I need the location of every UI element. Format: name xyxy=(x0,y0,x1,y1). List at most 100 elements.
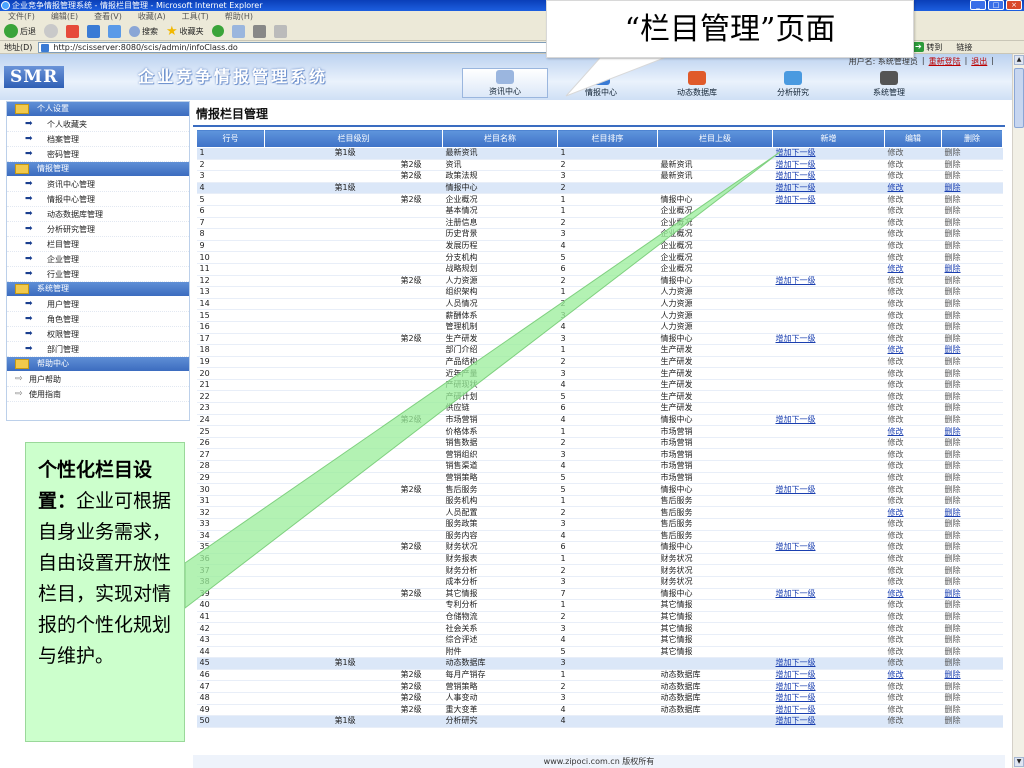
logout-link[interactable]: 退出 xyxy=(971,56,987,67)
edit-button[interactable] xyxy=(273,24,287,38)
sidebar-section-header[interactable]: 情报管理 xyxy=(7,162,189,176)
sidebar-item[interactable]: ➡ 栏目管理 xyxy=(7,237,189,252)
delete-link[interactable]: 删除 xyxy=(941,402,1003,415)
edit-link[interactable]: 修改 xyxy=(884,309,942,322)
edit-link[interactable]: 修改 xyxy=(884,379,942,392)
delete-link[interactable]: 删除 xyxy=(941,379,1003,392)
search-button[interactable]: 搜索 xyxy=(129,25,158,37)
links-label[interactable]: 链接 xyxy=(956,41,972,54)
delete-link[interactable]: 删除 xyxy=(941,518,1003,531)
edit-link[interactable]: 修改 xyxy=(884,367,942,380)
delete-link[interactable]: 删除 xyxy=(941,472,1003,485)
delete-link[interactable]: 删除 xyxy=(941,634,1003,647)
minimize-button[interactable]: _ xyxy=(970,0,986,10)
edit-link[interactable]: 修改 xyxy=(884,576,942,589)
delete-link[interactable]: 删除 xyxy=(941,193,1003,206)
stop-button[interactable] xyxy=(66,24,79,38)
relogin-link[interactable]: 重新登陆 xyxy=(929,56,961,67)
add-child-link[interactable]: 增加下一级 xyxy=(772,182,885,195)
sidebar-item[interactable]: ➡ 角色管理 xyxy=(7,312,189,327)
delete-link[interactable]: 删除 xyxy=(941,344,1003,357)
delete-link[interactable]: 删除 xyxy=(941,275,1003,288)
edit-link[interactable]: 修改 xyxy=(884,205,942,218)
delete-link[interactable]: 删除 xyxy=(941,367,1003,380)
delete-link[interactable]: 删除 xyxy=(941,217,1003,230)
edit-link[interactable]: 修改 xyxy=(884,634,942,647)
refresh-button[interactable] xyxy=(87,24,100,38)
close-button[interactable]: × xyxy=(1006,0,1022,10)
add-child-link[interactable]: 增加下一级 xyxy=(772,170,885,183)
vertical-scrollbar[interactable]: ▲ ▼ xyxy=(1012,54,1024,768)
edit-link[interactable]: 修改 xyxy=(884,182,942,195)
delete-link[interactable]: 删除 xyxy=(941,530,1003,543)
edit-link[interactable]: 修改 xyxy=(884,541,942,554)
edit-link[interactable]: 修改 xyxy=(884,530,942,543)
delete-link[interactable]: 删除 xyxy=(941,263,1003,276)
sidebar-section-header[interactable]: 系统管理 xyxy=(7,282,189,296)
delete-link[interactable]: 删除 xyxy=(941,448,1003,462)
delete-link[interactable]: 删除 xyxy=(941,333,1003,346)
delete-link[interactable]: 删除 xyxy=(941,460,1003,473)
edit-link[interactable]: 修改 xyxy=(884,657,942,670)
edit-link[interactable]: 修改 xyxy=(884,402,942,415)
edit-link[interactable]: 修改 xyxy=(884,193,942,206)
add-child-link[interactable]: 增加下一级 xyxy=(772,657,885,670)
menu-item[interactable]: 帮助(H) xyxy=(225,11,253,22)
edit-link[interactable]: 修改 xyxy=(884,518,942,531)
edit-link[interactable]: 修改 xyxy=(884,622,942,635)
sidebar-item[interactable]: ➡ 分析研究管理 xyxy=(7,222,189,237)
edit-link[interactable]: 修改 xyxy=(884,390,942,404)
edit-link[interactable]: 修改 xyxy=(884,147,942,160)
delete-link[interactable]: 删除 xyxy=(941,437,1003,450)
delete-link[interactable]: 删除 xyxy=(941,298,1003,311)
edit-link[interactable]: 修改 xyxy=(884,228,942,241)
delete-link[interactable]: 删除 xyxy=(941,251,1003,264)
delete-link[interactable]: 删除 xyxy=(941,715,1003,728)
sidebar-item[interactable]: ➡ 权限管理 xyxy=(7,327,189,342)
delete-link[interactable]: 删除 xyxy=(941,669,1003,682)
delete-link[interactable]: 删除 xyxy=(941,657,1003,670)
maximize-button[interactable]: □ xyxy=(988,0,1004,10)
edit-link[interactable]: 修改 xyxy=(884,425,942,438)
sidebar-section-header[interactable]: 帮助中心 xyxy=(7,357,189,371)
scroll-thumb[interactable] xyxy=(1014,68,1024,128)
menu-item[interactable]: 查看(V) xyxy=(94,11,122,22)
edit-link[interactable]: 修改 xyxy=(884,495,942,508)
home-button[interactable] xyxy=(108,24,121,38)
edit-link[interactable]: 修改 xyxy=(884,611,942,624)
add-child-link[interactable]: 增加下一级 xyxy=(772,541,885,554)
scroll-down-button[interactable]: ▼ xyxy=(1014,757,1024,767)
favorites-button[interactable]: ★ 收藏夹 xyxy=(166,24,204,39)
edit-link[interactable]: 修改 xyxy=(884,692,942,705)
edit-link[interactable]: 修改 xyxy=(884,506,942,519)
nav-item[interactable]: 动态数据库 xyxy=(654,68,740,98)
delete-link[interactable]: 删除 xyxy=(941,321,1003,334)
menu-item[interactable]: 工具(T) xyxy=(182,11,209,22)
edit-link[interactable]: 修改 xyxy=(884,159,942,172)
edit-link[interactable]: 修改 xyxy=(884,715,942,728)
sidebar-item[interactable]: ➡ 动态数据库管理 xyxy=(7,207,189,222)
add-child-link[interactable]: 增加下一级 xyxy=(772,414,885,427)
delete-link[interactable]: 删除 xyxy=(941,205,1003,218)
add-child-link[interactable]: 增加下一级 xyxy=(772,483,885,496)
edit-link[interactable]: 修改 xyxy=(884,356,942,369)
delete-link[interactable]: 删除 xyxy=(941,170,1003,183)
print-button[interactable] xyxy=(252,24,266,38)
sidebar-item[interactable]: ➡ 行业管理 xyxy=(7,267,189,282)
edit-link[interactable]: 修改 xyxy=(884,564,942,577)
sidebar-section-header[interactable]: 个人设置 xyxy=(7,102,189,116)
edit-link[interactable]: 修改 xyxy=(884,344,942,357)
scroll-up-button[interactable]: ▲ xyxy=(1014,55,1024,65)
edit-link[interactable]: 修改 xyxy=(884,321,942,334)
delete-link[interactable]: 删除 xyxy=(941,228,1003,241)
delete-link[interactable]: 删除 xyxy=(941,646,1003,659)
add-child-link[interactable]: 增加下一级 xyxy=(772,159,885,172)
edit-link[interactable]: 修改 xyxy=(884,646,942,659)
sidebar-item[interactable]: ➡ 档案管理 xyxy=(7,132,189,147)
add-child-link[interactable]: 增加下一级 xyxy=(772,588,885,601)
edit-link[interactable]: 修改 xyxy=(884,553,942,566)
add-child-link[interactable]: 增加下一级 xyxy=(772,692,885,705)
nav-item[interactable]: 分析研究 xyxy=(750,68,836,98)
sidebar-item[interactable]: ➡ 企业管理 xyxy=(7,252,189,267)
edit-link[interactable]: 修改 xyxy=(884,170,942,183)
